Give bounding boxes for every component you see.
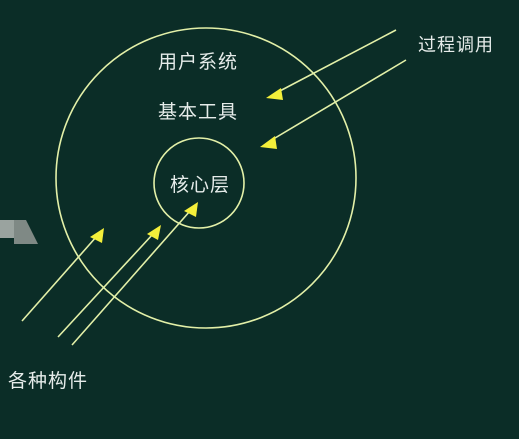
diagram-canvas: 用户系统 基本工具 核心层 过程调用 各种构件 [0,0,519,435]
edge-artifact-icon [0,220,38,244]
core-label: 核心层 [170,174,231,196]
components-label: 各种构件 [8,370,89,392]
process-call-line-2 [269,59,407,142]
component-line-1 [21,235,98,322]
outer-ring-label: 用户系统 [158,51,239,73]
process-call-arrowhead-1 [266,88,283,100]
process-call-line-1 [275,29,397,94]
process-call-label: 过程调用 [418,35,494,56]
middle-ring-label: 基本工具 [158,101,239,123]
process-call-arrowhead-2 [260,136,277,149]
component-line-2 [57,233,154,338]
